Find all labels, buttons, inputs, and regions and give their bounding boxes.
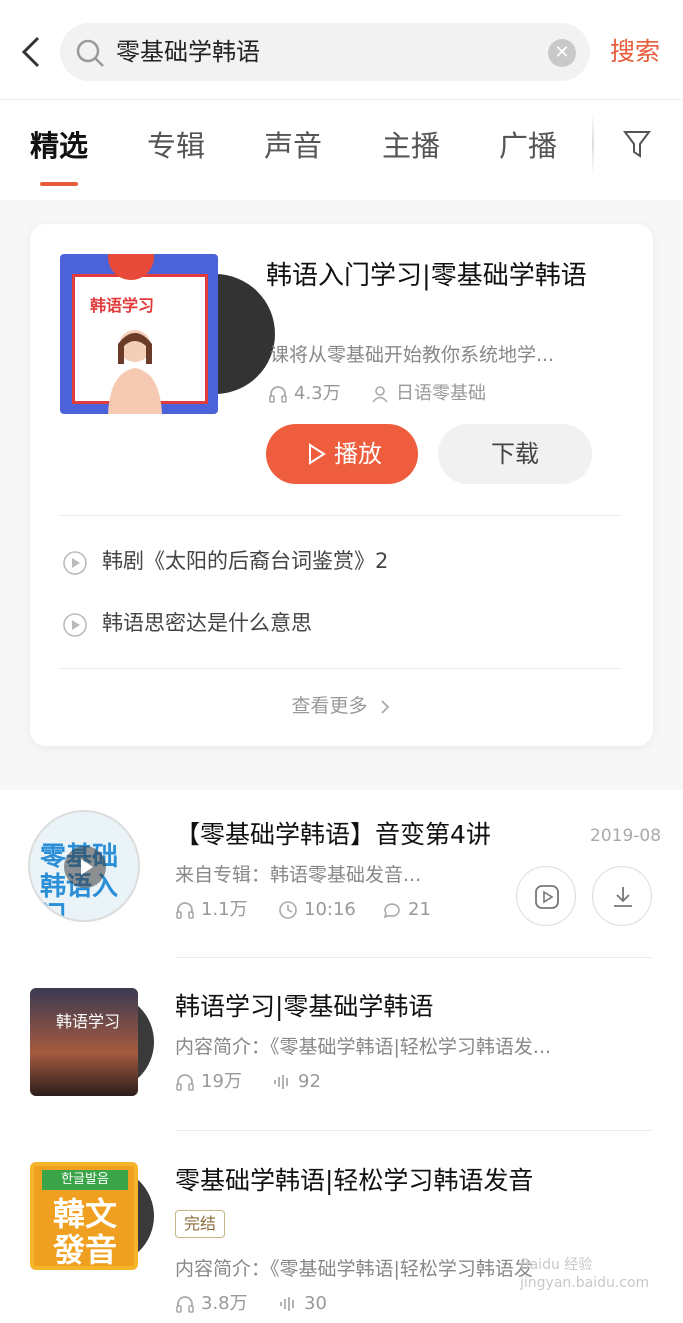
search-query[interactable]: 零基础学韩语 bbox=[116, 37, 260, 67]
result-intro: 内容简介：《零基础学韩语|轻松学习韩语发... bbox=[175, 1036, 552, 1058]
result-plays: 1.1万 bbox=[175, 898, 248, 922]
play-track-button[interactable] bbox=[516, 866, 576, 926]
search-bar: 零基础学韩语 ✕ 搜索 bbox=[0, 0, 683, 100]
result-date: 2019-08 bbox=[590, 826, 662, 846]
headphones-icon bbox=[176, 902, 194, 919]
divider bbox=[175, 1130, 653, 1131]
track-item[interactable]: 韩剧《太阳的后裔台词鉴赏》2 bbox=[60, 542, 620, 582]
result-intro: 内容简介：《零基础学韩语|轻松学习韩语发 bbox=[175, 1258, 533, 1280]
download-icon bbox=[614, 887, 632, 907]
cover-title: 韩语学习 bbox=[90, 296, 155, 315]
divider bbox=[60, 668, 622, 669]
result-title[interactable]: 韩语学习|零基础学韩语 bbox=[175, 990, 433, 1024]
teacher-illustration bbox=[108, 330, 162, 414]
user-icon bbox=[372, 386, 388, 403]
search-icon bbox=[76, 39, 104, 67]
album-cover-image: 韩语学习 bbox=[60, 254, 218, 414]
search-input[interactable]: 零基础学韩语 ✕ bbox=[60, 23, 590, 81]
result-plays: 19万 bbox=[175, 1070, 242, 1094]
play-icon bbox=[309, 443, 326, 465]
back-arrow-icon[interactable] bbox=[16, 34, 46, 70]
play-overlay-icon bbox=[64, 846, 106, 888]
sound-wave-icon bbox=[274, 1075, 288, 1089]
download-button[interactable]: 下载 bbox=[438, 424, 592, 484]
comment-icon bbox=[383, 903, 400, 919]
album-cover[interactable]: 韩语学习 bbox=[60, 254, 275, 414]
divider bbox=[60, 515, 622, 516]
active-tab-indicator bbox=[40, 182, 78, 186]
album-thumbnail[interactable]: 한글발음 韓文發音 bbox=[30, 1162, 138, 1270]
tab-featured[interactable]: 精选 bbox=[30, 126, 88, 166]
album-thumbnail[interactable]: 韩语学习 bbox=[30, 988, 138, 1096]
tab-hosts[interactable]: 主播 bbox=[382, 126, 440, 166]
sound-wave-icon bbox=[280, 1297, 294, 1311]
watermark: Baidu 经验 jingyan.baidu.com bbox=[520, 1257, 650, 1291]
divider bbox=[175, 957, 653, 958]
result-track-count: 92 bbox=[272, 1070, 321, 1094]
tab-albums[interactable]: 专辑 bbox=[147, 126, 205, 166]
result-source: 来自专辑：韩语零基础发音... bbox=[175, 864, 422, 886]
play-square-icon bbox=[535, 885, 559, 909]
tab-sounds[interactable]: 声音 bbox=[264, 126, 322, 166]
top-album-card[interactable]: 韩语学习 韩语入门学习|零基础学韩语 课将从零基础开始教你系统地学... 4.3… bbox=[30, 224, 653, 746]
track-thumbnail[interactable]: 零基础 韩语入门 bbox=[28, 810, 140, 922]
result-title[interactable]: 【零基础学韩语】音变第4讲 bbox=[175, 818, 491, 852]
album-description: 课将从零基础开始教你系统地学... bbox=[270, 344, 555, 366]
tabs-divider bbox=[592, 112, 594, 176]
track-item[interactable]: 韩语思密达是什么意思 bbox=[60, 604, 620, 644]
chevron-right-icon bbox=[380, 699, 389, 714]
headphones-icon bbox=[269, 386, 287, 403]
clock-icon bbox=[279, 901, 297, 919]
result-title[interactable]: 零基础学韩语|轻松学习韩语发音 bbox=[175, 1164, 533, 1198]
result-track-count: 30 bbox=[278, 1292, 327, 1316]
view-more-link[interactable]: 查看更多 bbox=[30, 692, 653, 720]
play-circle-icon bbox=[63, 551, 87, 575]
tab-radio[interactable]: 广播 bbox=[499, 126, 557, 166]
result-comments: 21 bbox=[382, 898, 431, 922]
headphones-icon bbox=[176, 1296, 194, 1313]
results-list: 零基础 韩语入门 【零基础学韩语】音变第4讲 2019-08 来自专辑：韩语零基… bbox=[0, 790, 683, 1323]
status-badge: 完结 bbox=[175, 1210, 225, 1238]
clear-icon[interactable]: ✕ bbox=[548, 39, 576, 67]
filter-icon[interactable] bbox=[622, 128, 652, 160]
category-tabs: 精选 专辑 声音 主播 广播 bbox=[0, 100, 683, 200]
album-plays: 4.3万 bbox=[268, 382, 341, 406]
result-plays: 3.8万 bbox=[175, 1292, 248, 1316]
album-author[interactable]: 日语零基础 bbox=[370, 382, 486, 406]
result-duration: 10:16 bbox=[278, 898, 356, 922]
album-title[interactable]: 韩语入门学习|零基础学韩语 bbox=[266, 258, 626, 294]
download-track-button[interactable] bbox=[592, 866, 652, 926]
search-button[interactable]: 搜索 bbox=[610, 36, 660, 68]
play-button[interactable]: 播放 bbox=[266, 424, 418, 484]
play-circle-icon bbox=[63, 613, 87, 637]
headphones-icon bbox=[176, 1074, 194, 1091]
